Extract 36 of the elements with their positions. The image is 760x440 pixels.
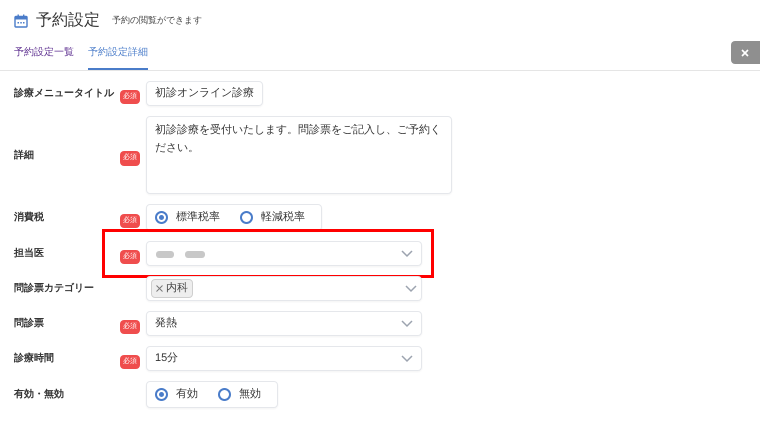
chevron-down-icon [401, 354, 413, 362]
field-label: 消費税 [14, 210, 45, 225]
page-subtitle: 予約の閲覧ができます [112, 14, 202, 28]
radio-button[interactable] [155, 211, 168, 224]
text-field[interactable]: 初診オンライン診療 [146, 81, 263, 106]
select-field[interactable]: 内科 [146, 276, 422, 301]
radio-option[interactable]: 無効 [218, 386, 269, 403]
field-label: 診療メニュータイトル [14, 86, 116, 101]
field-label: 詳細 [14, 148, 35, 162]
radio-button[interactable] [240, 211, 253, 224]
chevron-down-icon [401, 320, 413, 328]
field-label: 問診票 [14, 316, 45, 331]
select-field[interactable]: 15分 [146, 346, 422, 371]
field-label: 担当医 [14, 246, 45, 261]
radio-option[interactable]: 軽減税率 [240, 209, 313, 226]
textarea-field[interactable]: 初診診療を受付いたします。問診票をご記入し、ご予約ください。 [146, 116, 452, 194]
field-label: 有効・無効 [14, 388, 65, 402]
radio-button[interactable] [155, 388, 168, 401]
select-field[interactable]: 発熱 [146, 311, 422, 336]
close-button[interactable] [731, 41, 760, 64]
remove-icon[interactable] [156, 285, 163, 292]
radio-option[interactable]: 有効 [155, 386, 206, 403]
select-field[interactable] [146, 241, 422, 266]
calendar-icon [14, 14, 28, 28]
chevron-down-icon [405, 284, 417, 292]
field-label: 診療時間 [14, 352, 55, 366]
field-label: 問診票カテゴリー [14, 282, 95, 296]
tab[interactable]: 予約設定詳細 [88, 45, 148, 70]
close-icon [741, 48, 749, 56]
tab[interactable]: 予約設定一覧 [14, 45, 74, 70]
chevron-down-icon [401, 250, 413, 258]
radio-option[interactable]: 標準税率 [155, 209, 228, 226]
tag-chip[interactable]: 内科 [151, 279, 193, 298]
page-title: 予約設定 [36, 10, 100, 31]
blurred-name-icon [155, 248, 207, 258]
radio-button[interactable] [218, 388, 231, 401]
